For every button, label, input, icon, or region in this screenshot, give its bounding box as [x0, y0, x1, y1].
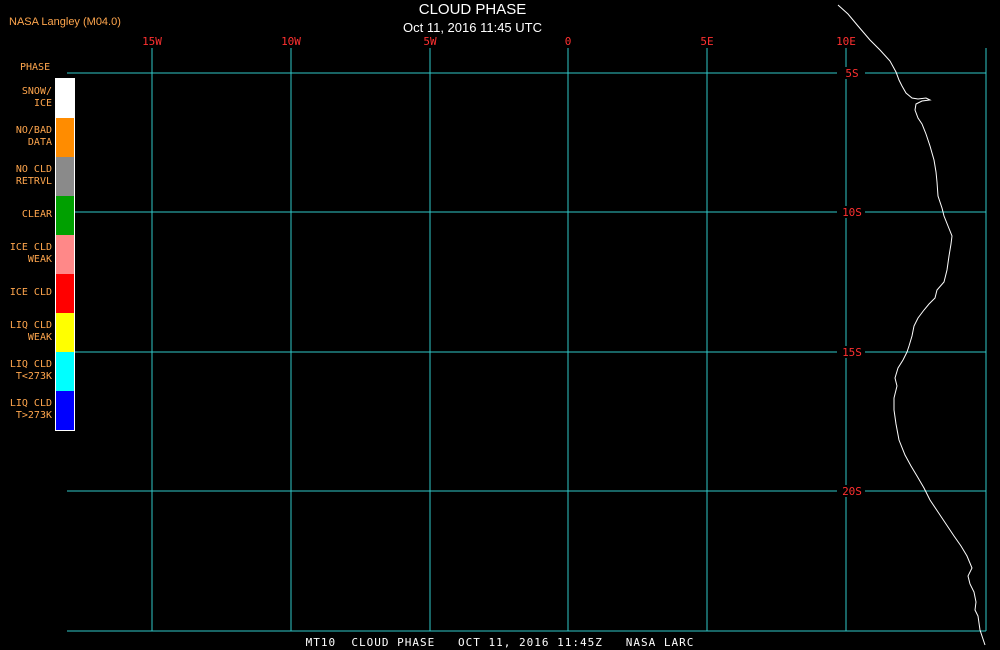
- latitude-label: 5S: [845, 67, 858, 80]
- legend-title: PHASE: [20, 62, 51, 73]
- longitude-label: 10E: [836, 35, 856, 48]
- legend-label: ICE CLD WEAK: [9, 242, 52, 265]
- legend-label: LIQ CLD T>273K: [9, 398, 52, 421]
- legend-label: SNOW/ ICE: [21, 86, 52, 109]
- legend-label: ICE CLD: [9, 287, 52, 298]
- latitude-label: 20S: [842, 485, 862, 498]
- latitude-label: 10S: [842, 206, 862, 219]
- longitude-label: 15W: [142, 35, 162, 48]
- latitude-label: 15S: [842, 346, 862, 359]
- map-canvas: 15W 10W 5W 0 5E 10E 5S 10S 15S 20S: [67, 4, 987, 646]
- legend-label: LIQ CLD T<273K: [9, 359, 52, 382]
- legend-label: NO CLD RETRVL: [15, 164, 52, 187]
- coastline: [837, 4, 986, 646]
- legend-label: LIQ CLD WEAK: [9, 320, 52, 343]
- legend-label: CLEAR: [21, 209, 52, 220]
- footer-caption: MT10 CLOUD PHASE OCT 11, 2016 11:45Z NAS…: [305, 636, 695, 649]
- legend-frame: [55, 78, 75, 431]
- longitude-label: 5W: [423, 35, 437, 48]
- graticule: [67, 48, 987, 632]
- longitude-label: 0: [565, 35, 572, 48]
- legend-label: NO/BAD DATA: [15, 125, 52, 148]
- longitude-labels: 15W 10W 5W 0 5E 10E: [142, 35, 856, 48]
- latitude-labels: 5S 10S 15S 20S: [837, 67, 865, 498]
- longitude-label: 5E: [700, 35, 713, 48]
- longitude-label: 10W: [281, 35, 301, 48]
